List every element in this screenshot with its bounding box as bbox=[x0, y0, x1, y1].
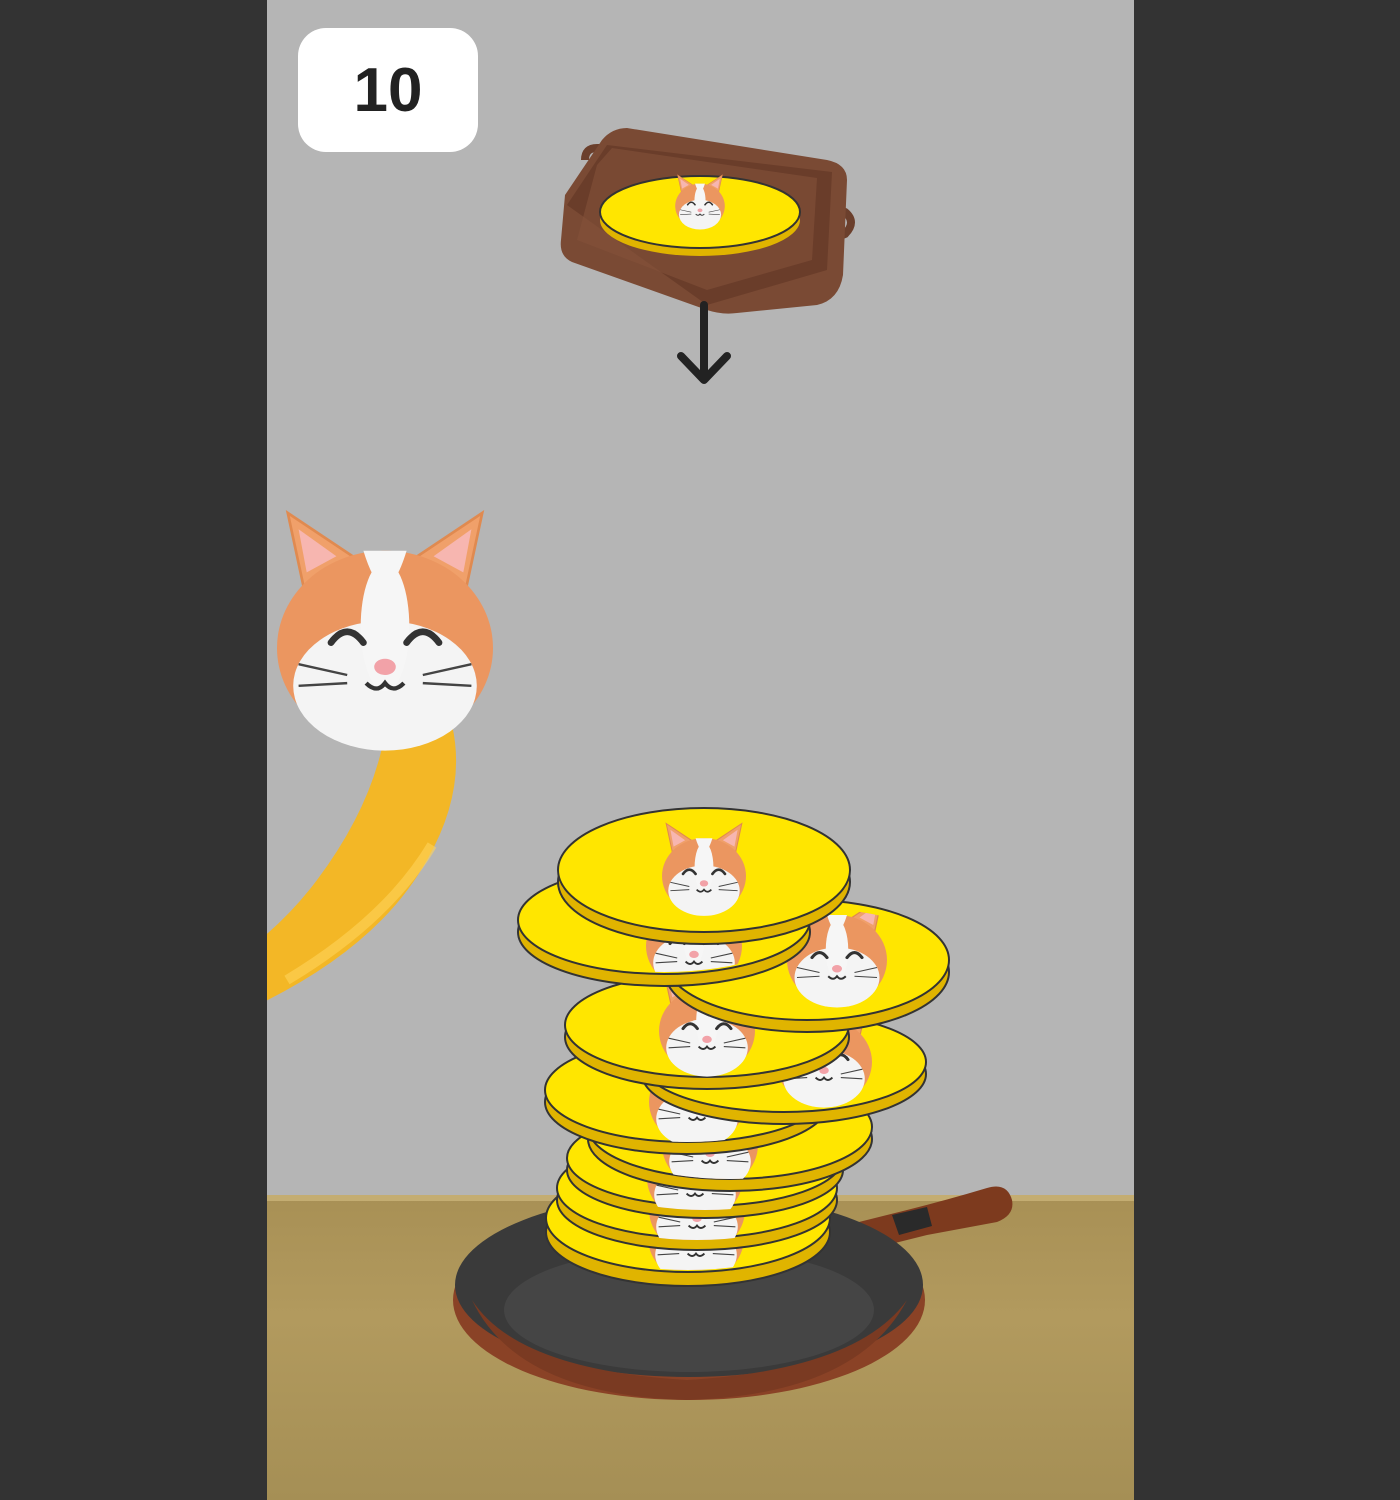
game-scene bbox=[267, 128, 1013, 1400]
game-area[interactable]: 10 bbox=[267, 0, 1134, 1500]
banana-hamster-character bbox=[267, 513, 493, 1001]
down-arrow-icon bbox=[677, 301, 731, 384]
coin-stack bbox=[517, 807, 950, 1287]
baking-tray-icon bbox=[560, 128, 855, 314]
stacked-coin bbox=[557, 807, 851, 945]
